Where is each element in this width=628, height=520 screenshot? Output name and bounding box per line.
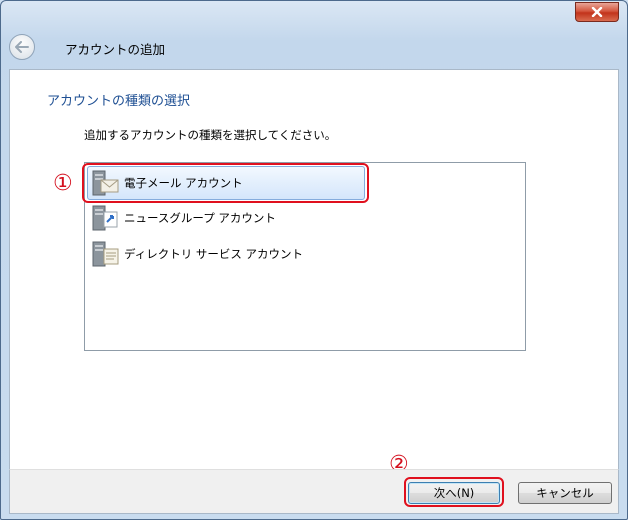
step-1-marker: ① <box>53 171 73 196</box>
back-button[interactable] <box>9 34 35 60</box>
instruction-text: 追加するアカウントの種類を選択してください。 <box>84 128 337 142</box>
list-item-directory-account[interactable]: ディレクトリ サービス アカウント <box>88 238 362 270</box>
list-item-newsgroup-account[interactable]: ニュースグループ アカウント <box>88 202 362 234</box>
directory-server-icon <box>92 240 119 268</box>
list-item-label: ディレクトリ サービス アカウント <box>124 247 304 261</box>
newsgroup-server-icon <box>92 204 118 232</box>
section-title: アカウントの種類の選択 <box>47 94 191 109</box>
back-arrow-icon <box>15 41 29 53</box>
title-bar <box>1 1 627 25</box>
step-2-highlight <box>404 477 504 507</box>
list-item-label: ニュースグループ アカウント <box>124 211 276 225</box>
step-1-highlight <box>82 163 369 203</box>
cancel-button[interactable]: キャンセル <box>518 482 612 504</box>
window-heading: アカウントの追加 <box>65 42 166 57</box>
close-icon <box>591 7 603 17</box>
wizard-footer: 次へ(N) キャンセル <box>9 469 619 514</box>
wizard-content: アカウントの種類の選択 追加するアカウントの種類を選択してください。 電子メール… <box>9 69 619 470</box>
close-button[interactable] <box>575 2 619 22</box>
dialog-window: アカウントの追加 アカウントの種類の選択 追加するアカウントの種類を選択してくだ… <box>0 0 628 520</box>
